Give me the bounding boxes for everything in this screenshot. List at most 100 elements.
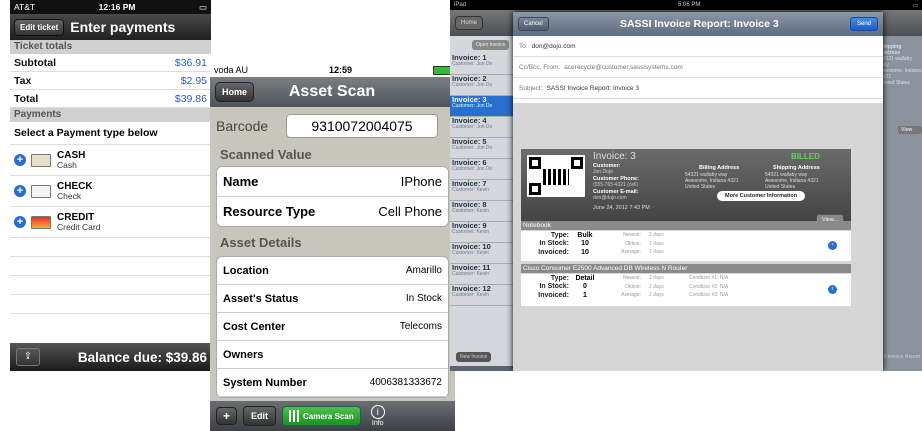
payment-type-credit[interactable]: + CREDIT Credit Card [10, 207, 211, 238]
subtotal-row: Subtotal $36.91 [10, 54, 211, 72]
totals-header: Ticket totals [10, 40, 211, 54]
add-icon: + [14, 154, 26, 166]
tax-value: $2.95 [180, 74, 207, 87]
info-button[interactable]: i Info [370, 405, 385, 427]
condition-2: Condition #2: N/A [689, 283, 729, 290]
subject-field[interactable]: Subject: SASSI Invoice Report: Invoice 3 [513, 78, 883, 99]
invoice-item[interactable]: Invoice: 10 Customer: Kevin [450, 243, 522, 264]
owners-row[interactable]: Owners [217, 341, 448, 369]
invoice-item[interactable]: Invoice: 4 Customer: Jon Do [450, 117, 522, 138]
open-invoice-button[interactable]: Open Invoice [472, 40, 510, 50]
barcode-field[interactable]: 9310072004075 [286, 114, 438, 138]
invoice-item[interactable]: Invoice: 9 Customer: Kevin [450, 222, 522, 243]
tax-label: Tax [14, 74, 32, 87]
status-row[interactable]: Asset's Status In Stock [217, 285, 448, 313]
item-detail[interactable]: Type: Detail Newest: 2 days Condition #1: N/… [521, 274, 851, 306]
add-icon: + [14, 216, 26, 228]
oldest-label: Oldest: [625, 283, 641, 290]
row-label: Cost Center [223, 320, 286, 333]
bg-view-button[interactable]: View [898, 126, 922, 134]
new-invoice-button[interactable]: New Invoice [456, 352, 492, 362]
total-row[interactable]: Total $39.86 [10, 90, 211, 108]
row-label: Asset's Status [223, 292, 299, 305]
empty-row [10, 257, 211, 276]
row-label: System Number [223, 376, 307, 389]
invoice-summary-card: Invoice: 3 Customer: Jon Dojo Customer P… [521, 149, 851, 230]
subtotal-label: Subtotal [14, 56, 56, 69]
invoice-item[interactable]: Invoice: 6 Customer: Jon Do [450, 159, 522, 180]
billing-header: Billing Address [699, 165, 740, 171]
cost-center-row[interactable]: Cost Center Telecoms [217, 313, 448, 341]
location-row[interactable]: Location Amarillo [217, 257, 448, 285]
type-label: Type: [550, 231, 569, 239]
item-header: Cisco Consumer E2500 Advanced DB Wireles… [521, 264, 851, 273]
oldest-value: 2 days [649, 240, 664, 247]
invoice-customer: Customer: Jon Do [452, 102, 493, 109]
subtotal-value: $36.91 [174, 56, 207, 69]
home-button[interactable]: Home [215, 82, 255, 102]
payment-type-check[interactable]: + CHECK Check [10, 176, 211, 207]
invoice-item[interactable]: Invoice: 5 Customer: Jon Do [450, 138, 522, 159]
share-icon[interactable]: ⇪ [16, 348, 40, 366]
newest-value: 2 days [649, 275, 664, 282]
invoice-customer: Customer: Kevin [452, 291, 489, 298]
resource-type-row[interactable]: Resource Type Cell Phone [217, 197, 448, 226]
condition-1: Condition #1: N/A [689, 275, 729, 282]
payment-type-cash[interactable]: + CASH Cash [10, 145, 211, 176]
edit-button[interactable]: Edit [243, 406, 277, 426]
chevron-right-icon[interactable]: › [828, 241, 837, 250]
cc-field[interactable]: Cc/Bcc, From: acerecycle@customer.sassisy… [513, 57, 883, 78]
row-value: In Stock [405, 293, 442, 304]
invoice-item[interactable]: Invoice: 8 Customer: Kevin [450, 201, 522, 222]
to-field[interactable]: To: don@dojo.com [513, 36, 883, 57]
details-group: Location Amarillo Asset's Status In Stock … [216, 256, 449, 398]
more-customer-info-button[interactable]: More Customer Information [717, 191, 806, 201]
shipping-header: Shipping Address [773, 165, 820, 171]
row-value: 4006381333672 [369, 377, 442, 388]
oldest-value: 2 days [649, 283, 664, 290]
invoice-item-selected[interactable]: Invoice: 3 Customer: Jon Do [450, 96, 522, 117]
invoice-item[interactable]: Invoice: 7 Customer: Kevin [450, 180, 522, 201]
average-label: Average: [621, 292, 641, 299]
qr-code-icon [527, 155, 585, 197]
home-button[interactable]: Home [455, 16, 484, 30]
invoice-item[interactable]: Invoice: 11 Customer: Kevin [450, 264, 522, 285]
payment-sub: Credit Card [57, 221, 101, 232]
item-detail[interactable]: Type: Bulk Newest: 2 days In Stock: 10 Oldest… [521, 231, 851, 261]
average-value: 2 days [649, 249, 664, 256]
clock-label: 12:16 PM [98, 2, 136, 12]
payment-sub: Check [57, 190, 82, 201]
invoice-customer: Customer: Jon Do [452, 165, 493, 172]
name-row[interactable]: Name IPhone [217, 167, 448, 197]
send-button[interactable]: Send [849, 17, 878, 31]
newest-label: Newest: [622, 232, 641, 239]
row-label: Location [223, 264, 269, 277]
system-number-row[interactable]: System Number 4006381333672 [217, 369, 448, 397]
cc-value: acerecycle@customer.sassisystems.com [564, 63, 683, 71]
add-button[interactable]: + [216, 407, 238, 425]
check-card-icon [31, 184, 51, 198]
row-label: Owners [223, 348, 264, 361]
credit-card-icon [31, 215, 51, 229]
edit-ticket-button[interactable]: Edit ticket [14, 18, 65, 36]
chevron-right-icon[interactable]: › [828, 285, 837, 294]
ipad-invoice-screen: iPad 5:06 PM ▭ Home Invoice: 1 Customer: … [450, 0, 922, 371]
invoice-item[interactable]: Invoice: 2 Customer: Jon Do [450, 75, 522, 96]
in-stock-label: In Stock: [539, 283, 569, 291]
background-address: Shipping Address 54321 wallaby way Aweso… [880, 44, 922, 134]
row-label: Resource Type [223, 204, 316, 219]
scanned-header: Scanned Value [220, 147, 312, 162]
invoice-item[interactable]: Invoice: 12 Customer: Kevin [450, 285, 522, 306]
row-value: Amarillo [405, 265, 442, 276]
cancel-button[interactable]: Cancel [518, 17, 549, 31]
empty-row [10, 295, 211, 314]
in-stock-label: In Stock: [539, 240, 569, 248]
row-value: Telecoms [399, 321, 442, 332]
invoice-customer: Customer: Kevin [452, 249, 489, 256]
invoice-customer: Customer: Kevin [452, 207, 489, 214]
invoice-customer: Customer: Kevin [452, 270, 489, 277]
invoice-number: Invoice: 3 [593, 151, 636, 162]
battery-icon: ▭ [198, 1, 207, 12]
camera-scan-button[interactable]: Camera Scan [282, 406, 361, 426]
invoice-item[interactable]: Invoice: 1 Customer: Jon Do [450, 54, 522, 75]
